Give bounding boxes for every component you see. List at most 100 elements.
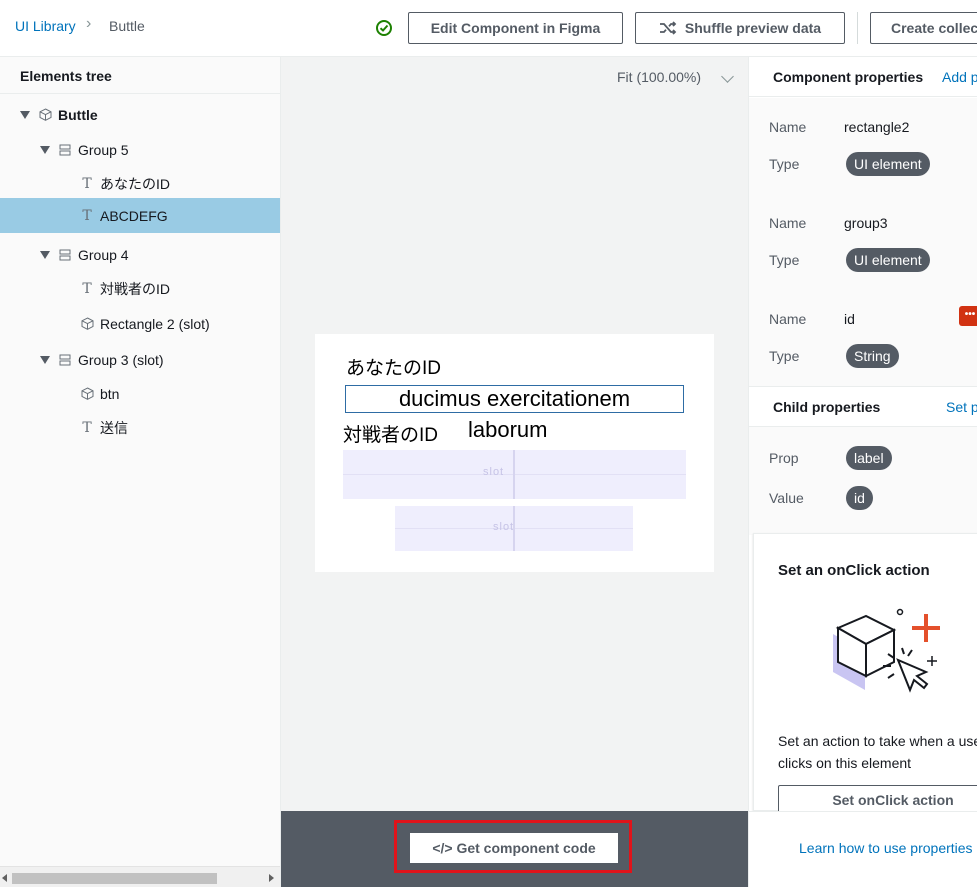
component-properties-title: Component properties: [773, 69, 924, 85]
child-properties-header: Child properties Set prop: [749, 386, 977, 427]
tree-item-text-abcdefg[interactable]: T ABCDEFG: [0, 198, 280, 233]
elements-tree-panel: Elements tree Buttle Group 5 T あなたのID T …: [0, 57, 281, 887]
prop-type-key: Type: [769, 252, 800, 268]
tree-item-rectangle-2[interactable]: Rectangle 2 (slot): [0, 306, 280, 341]
tree-item-btn[interactable]: btn: [0, 376, 280, 411]
prop-name-key: Name: [769, 311, 807, 327]
elements-tree-title: Elements tree: [20, 68, 112, 84]
component-properties-header: Component properties Add prop: [749, 57, 977, 97]
component-icon: [80, 317, 94, 331]
shuffle-preview-button[interactable]: Shuffle preview data: [635, 12, 845, 44]
breadcrumb-current: Buttle: [109, 18, 145, 34]
scrollbar-thumb[interactable]: [12, 873, 217, 884]
preview-opponent-id-value: laborum: [468, 417, 548, 442]
scroll-right-icon[interactable]: [269, 874, 274, 882]
slot-placeholder[interactable]: slot: [395, 506, 633, 551]
click-cube-illustration: [833, 608, 940, 693]
caret-down-icon[interactable]: [40, 355, 50, 364]
slot-label: slot: [493, 521, 515, 533]
child-properties-title: Child properties: [773, 399, 881, 415]
text-icon: T: [82, 207, 92, 224]
tree-item-label: btn: [100, 385, 120, 402]
child-value-key: Value: [769, 490, 804, 506]
onclick-action-card: Set an onClick action Set an action to t…: [753, 533, 977, 815]
learn-properties-link[interactable]: Learn how to use properties: [799, 840, 973, 856]
create-collection-label: Create collection: [891, 20, 977, 36]
divider: [0, 93, 281, 94]
preview-id-input[interactable]: ducimus exercitationem: [345, 385, 684, 413]
set-onclick-action-label: Set onClick action: [832, 792, 954, 808]
caret-down-icon[interactable]: [20, 110, 30, 119]
child-prop-badge: label: [846, 446, 892, 470]
prop-name-value: group3: [844, 215, 888, 231]
prop-type-key: Type: [769, 348, 800, 364]
tree-item-buttle[interactable]: Buttle: [0, 97, 280, 132]
scroll-left-icon[interactable]: [2, 874, 7, 882]
tree-item-text-your-id[interactable]: T あなたのID: [0, 166, 280, 201]
caret-down-icon[interactable]: [40, 145, 50, 154]
component-preview[interactable]: あなたのID ducimus exercitationem 対戦者のID lab…: [315, 334, 714, 572]
horizontal-scrollbar[interactable]: [0, 866, 280, 887]
text-icon: T: [82, 280, 92, 297]
properties-panel: Component properties Add prop Name recta…: [748, 57, 977, 887]
shuffle-preview-label: Shuffle preview data: [684, 20, 822, 36]
tree-item-label: Group 3 (slot): [78, 351, 164, 368]
prop-name-value: rectangle2: [844, 119, 910, 135]
component-icon: [80, 387, 94, 401]
prop-type-badge: UI element: [846, 248, 930, 272]
component-properties-list: Name rectangle2 Type UI element Name gro…: [749, 98, 977, 386]
chevron-right-icon: ›: [86, 15, 92, 32]
child-properties-list: Prop label Value id: [749, 427, 977, 535]
tree-item-label: Buttle: [58, 106, 98, 123]
tree-item-label: あなたのID: [100, 175, 170, 192]
tree-item-group-5[interactable]: Group 5: [0, 132, 280, 167]
zoom-select[interactable]: Fit (100.00%): [617, 69, 701, 85]
tree-item-label: Rectangle 2 (slot): [100, 315, 210, 332]
slot-placeholder[interactable]: slot: [343, 450, 686, 499]
more-options-icon[interactable]: •••: [959, 306, 977, 326]
caret-down-icon[interactable]: [40, 250, 50, 259]
slot-guide-line: [513, 450, 515, 499]
create-collection-button[interactable]: Create collection: [870, 12, 977, 44]
highlight-box: [394, 820, 632, 873]
component-icon: [38, 108, 52, 122]
tree-item-group-4[interactable]: Group 4: [0, 237, 280, 272]
prop-type-badge: UI element: [846, 152, 930, 176]
tree-item-text-opponent-id[interactable]: T 対戦者のID: [0, 271, 280, 306]
breadcrumb-ui-library[interactable]: UI Library: [15, 18, 76, 34]
edit-in-figma-button[interactable]: Edit Component in Figma: [408, 12, 623, 44]
text-icon: T: [82, 419, 92, 436]
preview-opponent-id-label: 対戦者のID: [343, 425, 439, 446]
shuffle-icon: [659, 21, 677, 35]
group-icon: [58, 353, 72, 367]
tree-item-label: 送信: [100, 419, 128, 436]
toolbar-divider: [857, 12, 858, 44]
chevron-down-icon[interactable]: [721, 70, 734, 83]
onclick-card-description: Set an action to take when a user clicks…: [778, 733, 977, 771]
onclick-card-title: Set an onClick action: [778, 562, 930, 579]
check-circle-icon: [376, 20, 392, 36]
set-prop-link[interactable]: Set prop: [946, 399, 977, 415]
tree-item-label: Group 5: [78, 141, 129, 158]
group-icon: [58, 248, 72, 262]
top-bar: UI Library › Buttle Edit Component in Fi…: [0, 0, 977, 57]
tree-item-group-3[interactable]: Group 3 (slot): [0, 342, 280, 377]
tree-item-label: Group 4: [78, 246, 129, 263]
prop-name-key: Name: [769, 215, 807, 231]
tree-item-label: ABCDEFG: [100, 207, 168, 224]
tree-item-label: 対戦者のID: [100, 280, 170, 297]
preview-your-id-label: あなたのID: [346, 358, 442, 379]
tree-item-text-send[interactable]: T 送信: [0, 410, 280, 445]
group-icon: [58, 143, 72, 157]
prop-type-key: Type: [769, 156, 800, 172]
add-prop-link[interactable]: Add prop: [942, 69, 977, 85]
canvas-bottom-bar: </> Get component code: [281, 811, 748, 887]
slot-label: slot: [483, 466, 505, 478]
child-value-badge: id: [846, 486, 873, 510]
prop-name-value: id: [844, 311, 855, 327]
preview-canvas: Fit (100.00%) あなたのID ducimus exercitatio…: [281, 57, 748, 811]
prop-type-badge: String: [846, 344, 899, 368]
child-prop-key: Prop: [769, 450, 799, 466]
prop-name-key: Name: [769, 119, 807, 135]
learn-strip: Learn how to use properties: [749, 811, 977, 887]
